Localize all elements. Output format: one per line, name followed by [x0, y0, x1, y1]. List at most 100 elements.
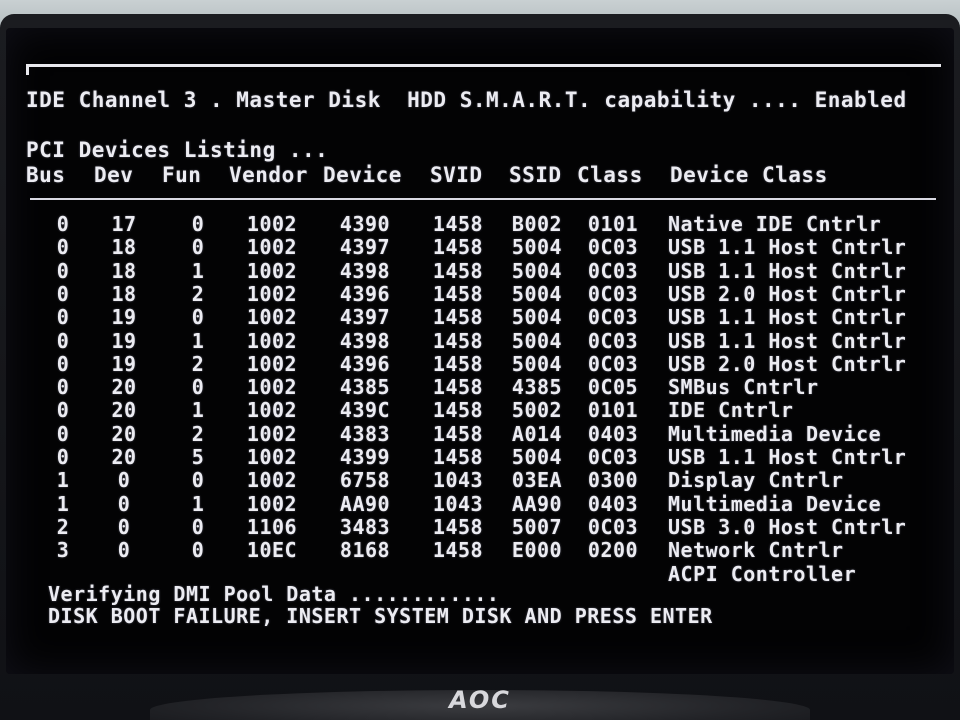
cell-device: 8168	[339, 538, 391, 562]
cell-class: 0101	[587, 398, 639, 422]
cell-class: 0C03	[587, 445, 639, 469]
cell-class: 0C05	[587, 375, 639, 399]
header-fun: Fun	[162, 163, 202, 187]
cell-dev: 19	[111, 305, 137, 329]
cell-device-class: USB 1.1 Host Cntrlr	[668, 259, 907, 283]
cell-vendor: 1002	[246, 352, 298, 376]
cell-ssid: AA90	[511, 492, 563, 516]
cell-device-class: USB 1.1 Host Cntrlr	[668, 235, 907, 259]
cell-fun: 5	[191, 445, 205, 469]
cell-svid: 1043	[432, 468, 484, 492]
cell-vendor: 1002	[246, 445, 298, 469]
cell-ssid: 03EA	[511, 468, 563, 492]
aoc-logo: AOC	[449, 686, 511, 714]
cell-ssid: 5004	[511, 282, 563, 306]
cell-class: 0C03	[587, 235, 639, 259]
cell-vendor: 1002	[246, 422, 298, 446]
cell-bus: 0	[56, 282, 70, 306]
header-vendor: Vendor	[229, 163, 308, 187]
cell-vendor: 10EC	[246, 538, 298, 562]
cell-svid: 1043	[432, 492, 484, 516]
cell-class: 0403	[587, 492, 639, 516]
cell-device-class: Multimedia Device	[668, 422, 882, 446]
cell-dev: 18	[111, 259, 137, 283]
cell-device: 4398	[339, 329, 391, 353]
cell-device: 4398	[339, 259, 391, 283]
cell-fun: 0	[191, 212, 205, 236]
cell-svid: 1458	[432, 282, 484, 306]
cell-device: 4390	[339, 212, 391, 236]
cell-bus: 0	[56, 212, 70, 236]
cell-class: 0C03	[587, 515, 639, 539]
cell-device-class: Display Cntrlr	[668, 468, 844, 492]
cell-device-class: IDE Cntrlr	[668, 398, 794, 422]
cell-device: AA90	[339, 492, 391, 516]
screen-top-border	[26, 64, 941, 75]
cell-device-class: Native IDE Cntrlr	[668, 212, 882, 236]
cell-vendor: 1002	[246, 235, 298, 259]
cell-ssid: 5002	[511, 398, 563, 422]
cell-class: 0300	[587, 468, 639, 492]
cell-vendor: 1002	[246, 468, 298, 492]
cell-device: 4397	[339, 305, 391, 329]
cell-ssid: B002	[511, 212, 563, 236]
cell-device-class: USB 2.0 Host Cntrlr	[668, 282, 907, 306]
header-ssid: SSID	[509, 163, 562, 187]
header-svid: SVID	[430, 163, 483, 187]
cell-vendor: 1002	[246, 329, 298, 353]
cell-device: 4383	[339, 422, 391, 446]
header-class: Class	[577, 163, 643, 187]
cell-ssid: 5007	[511, 515, 563, 539]
cell-ssid: 5004	[511, 305, 563, 329]
cell-class: 0C03	[587, 329, 639, 353]
cell-device: 4396	[339, 282, 391, 306]
cell-svid: 1458	[432, 445, 484, 469]
cell-vendor: 1002	[246, 259, 298, 283]
cell-svid: 1458	[432, 212, 484, 236]
cell-device-class: Network Cntrlr	[668, 538, 844, 562]
cell-dev: 19	[111, 352, 137, 376]
cell-device-class: USB 3.0 Host Cntrlr	[668, 515, 907, 539]
cell-dev: 18	[111, 235, 137, 259]
pci-listing-title: PCI Devices Listing ...	[26, 138, 329, 162]
cell-bus: 0	[56, 422, 70, 446]
cell-bus: 3	[56, 538, 70, 562]
cell-dev: 20	[111, 422, 137, 446]
cell-vendor: 1002	[246, 305, 298, 329]
cell-fun: 1	[191, 398, 205, 422]
cell-device: 4385	[339, 375, 391, 399]
cell-dev: 20	[111, 398, 137, 422]
cell-ssid: 5004	[511, 352, 563, 376]
cell-fun: 2	[191, 422, 205, 446]
cell-bus: 0	[56, 375, 70, 399]
cell-svid: 1458	[432, 515, 484, 539]
cell-device-class: USB 1.1 Host Cntrlr	[668, 445, 907, 469]
header-dev: Dev	[94, 163, 134, 187]
cell-dev: 17	[111, 212, 137, 236]
cell-bus: 2	[56, 515, 70, 539]
cell-vendor: 1002	[246, 375, 298, 399]
cell-ssid: E000	[511, 538, 563, 562]
cell-dev: 0	[117, 515, 131, 539]
cell-bus: 0	[56, 305, 70, 329]
cell-device: 4399	[339, 445, 391, 469]
cell-class: 0C03	[587, 352, 639, 376]
cell-svid: 1458	[432, 375, 484, 399]
cell-device: 4397	[339, 235, 391, 259]
cell-bus: 1	[56, 468, 70, 492]
cell-dev: 0	[117, 538, 131, 562]
cell-class: 0101	[587, 212, 639, 236]
cell-fun: 0	[191, 468, 205, 492]
cell-dev: 18	[111, 282, 137, 306]
cell-class: 0C03	[587, 282, 639, 306]
cell-device-class: USB 2.0 Host Cntrlr	[668, 352, 907, 376]
cell-device-class: SMBus Cntrlr	[668, 375, 819, 399]
cell-ssid: 5004	[511, 445, 563, 469]
cell-fun: 0	[191, 375, 205, 399]
cell-class: 0403	[587, 422, 639, 446]
cell-fun: 0	[191, 235, 205, 259]
cell-svid: 1458	[432, 352, 484, 376]
photo-scene: IDE Channel 3 . Master Disk HDD S.M.A.R.…	[0, 0, 960, 720]
cell-fun: 1	[191, 259, 205, 283]
cell-vendor: 1002	[246, 212, 298, 236]
